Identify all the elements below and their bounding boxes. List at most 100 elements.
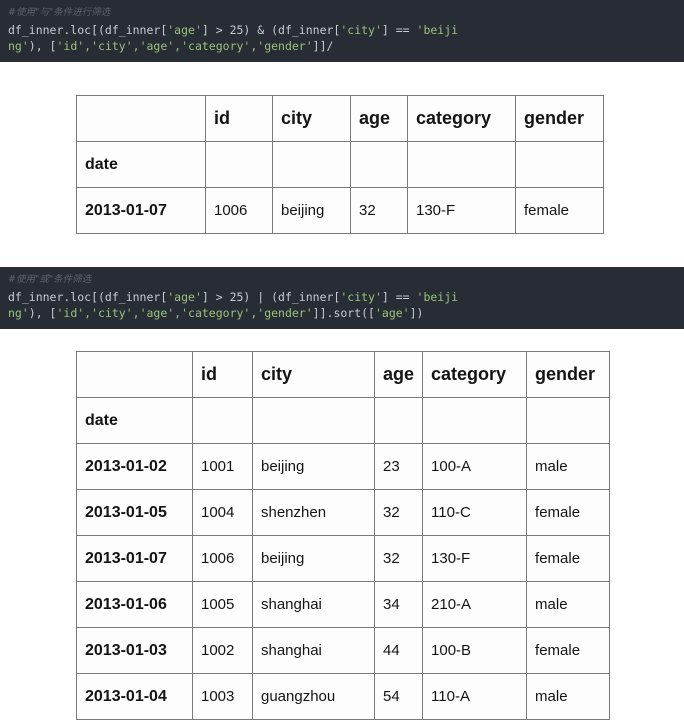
table-header-category: category	[422, 351, 528, 398]
table-blank-cell	[373, 397, 424, 444]
cell-date: 2013-01-05	[76, 489, 193, 536]
code-line-1: df_inner.loc[(df_inner['age'] > 25) & (d…	[8, 22, 676, 38]
cell-city: shanghai	[252, 627, 375, 674]
dataframe-table-and-result: id city age category gender date 2013-01…	[76, 95, 604, 234]
cell-age: 32	[373, 489, 424, 536]
table-header-row: id city age category gender	[76, 95, 604, 142]
cell-category: 110-A	[422, 673, 528, 720]
code-token-compare-and: ] > 25) & (df_inner[	[201, 23, 341, 37]
cell-id: 1005	[192, 581, 253, 628]
cell-gender: male	[526, 673, 611, 720]
code-token-string-ng: ng'	[8, 39, 29, 53]
code-token-equals: ] ==	[381, 290, 417, 304]
dataframe-table-or-result: id city age category gender date 2013-01…	[76, 351, 611, 720]
table-index-name: date	[76, 141, 206, 188]
code-line-2: ng'), ['id','city','age','category','gen…	[8, 38, 676, 54]
code-comment-or-condition: #使用"或"条件筛选	[8, 274, 92, 285]
cell-gender: male	[526, 581, 611, 628]
table-header-index	[76, 351, 193, 398]
code-block-and-condition: #使用"与"条件进行筛选 df_inner.loc[(df_inner['age…	[0, 0, 684, 62]
cell-category: 110-C	[422, 489, 528, 536]
cell-id: 1001	[192, 443, 253, 490]
table-row: 2013-01-04 1003 guangzhou 54 110-A male	[76, 673, 611, 720]
code-token-string-ng: ng'	[8, 306, 29, 320]
table-header-gender: gender	[515, 95, 604, 142]
table-blank-cell	[515, 141, 604, 188]
cell-age: 32	[350, 187, 408, 234]
table-2-wrapper: id city age category gender date 2013-01…	[0, 351, 684, 720]
cell-city: guangzhou	[252, 673, 375, 720]
cell-city: beijing	[252, 535, 375, 582]
table-blank-cell	[350, 141, 408, 188]
cell-category: 210-A	[422, 581, 528, 628]
cell-id: 1006	[192, 535, 253, 582]
code-token-string-age: 'age'	[167, 23, 202, 37]
table-row: 2013-01-07 1006 beijing 32 130-F female	[76, 187, 604, 234]
spacer-before-code-2	[0, 234, 684, 267]
table-header-index	[76, 95, 206, 142]
table-row: 2013-01-06 1005 shanghai 34 210-A male	[76, 581, 611, 628]
table-index-name-row: date	[76, 141, 604, 188]
table-header-id: id	[205, 95, 273, 142]
cell-city: shenzhen	[252, 489, 375, 536]
code-token-call: df_inner.loc[(df_inner[	[8, 290, 168, 304]
code-token-compare-or: ] > 25) | (df_inner[	[201, 290, 341, 304]
table-header-age: age	[350, 95, 408, 142]
code-token-tail: ])	[409, 306, 424, 320]
code-token-tail: ]]/	[312, 39, 334, 53]
spacer-after-code-2	[0, 329, 684, 351]
table-row: 2013-01-02 1001 beijing 23 100-A male	[76, 443, 611, 490]
cell-age: 44	[373, 627, 424, 674]
code-token-string-sort-age: 'age'	[374, 306, 410, 320]
cell-id: 1003	[192, 673, 253, 720]
cell-gender: female	[526, 627, 611, 674]
cell-city: shanghai	[252, 581, 375, 628]
table-blank-cell	[526, 397, 611, 444]
table-index-name: date	[76, 397, 193, 444]
table-blank-cell	[272, 141, 351, 188]
cell-id: 1004	[192, 489, 253, 536]
cell-id: 1006	[205, 187, 273, 234]
cell-category: 130-F	[407, 187, 516, 234]
table-row: 2013-01-03 1002 shanghai 44 100-B female	[76, 627, 611, 674]
table-blank-cell	[422, 397, 528, 444]
cell-date: 2013-01-02	[76, 443, 193, 490]
code-token-column-list: 'id','city','age','category','gender'	[56, 39, 313, 53]
table-row: 2013-01-07 1006 beijing 32 130-F female	[76, 535, 611, 582]
table-1-wrapper: id city age category gender date 2013-01…	[0, 95, 684, 234]
cell-age: 23	[373, 443, 424, 490]
table-blank-cell	[252, 397, 375, 444]
cell-category: 130-F	[422, 535, 528, 582]
code-line-2: ng'), ['id','city','age','category','gen…	[8, 305, 676, 321]
cell-city: beijing	[252, 443, 375, 490]
code-token-list-open: ), [	[28, 306, 57, 320]
cell-category: 100-A	[422, 443, 528, 490]
cell-age: 34	[373, 581, 424, 628]
table-index-name-row: date	[76, 397, 611, 444]
code-token-list-open: ), [	[28, 39, 57, 53]
table-header-city: city	[272, 95, 351, 142]
cell-date: 2013-01-07	[76, 535, 193, 582]
table-header-gender: gender	[526, 351, 611, 398]
code-token-string-city: 'city'	[340, 23, 382, 37]
cell-age: 32	[373, 535, 424, 582]
cell-gender: female	[526, 489, 611, 536]
code-token-string-city: 'city'	[340, 290, 382, 304]
code-token-column-list: 'id','city','age','category','gender'	[56, 306, 313, 320]
cell-date: 2013-01-07	[76, 187, 206, 234]
code-token-equals: ] ==	[381, 23, 417, 37]
cell-date: 2013-01-04	[76, 673, 193, 720]
table-row: 2013-01-05 1004 shenzhen 32 110-C female	[76, 489, 611, 536]
table-header-row: id city age category gender	[76, 351, 611, 398]
code-line-1: df_inner.loc[(df_inner['age'] > 25) | (d…	[8, 289, 676, 305]
spacer-after-code-1	[0, 62, 684, 95]
cell-gender: female	[515, 187, 604, 234]
cell-category: 100-B	[422, 627, 528, 674]
table-header-id: id	[192, 351, 253, 398]
cell-gender: male	[526, 443, 611, 490]
table-header-category: category	[407, 95, 516, 142]
code-token-string-beiji: 'beiji	[416, 290, 459, 304]
cell-age: 54	[373, 673, 424, 720]
table-header-age: age	[373, 351, 424, 398]
code-token-string-age: 'age'	[167, 290, 202, 304]
